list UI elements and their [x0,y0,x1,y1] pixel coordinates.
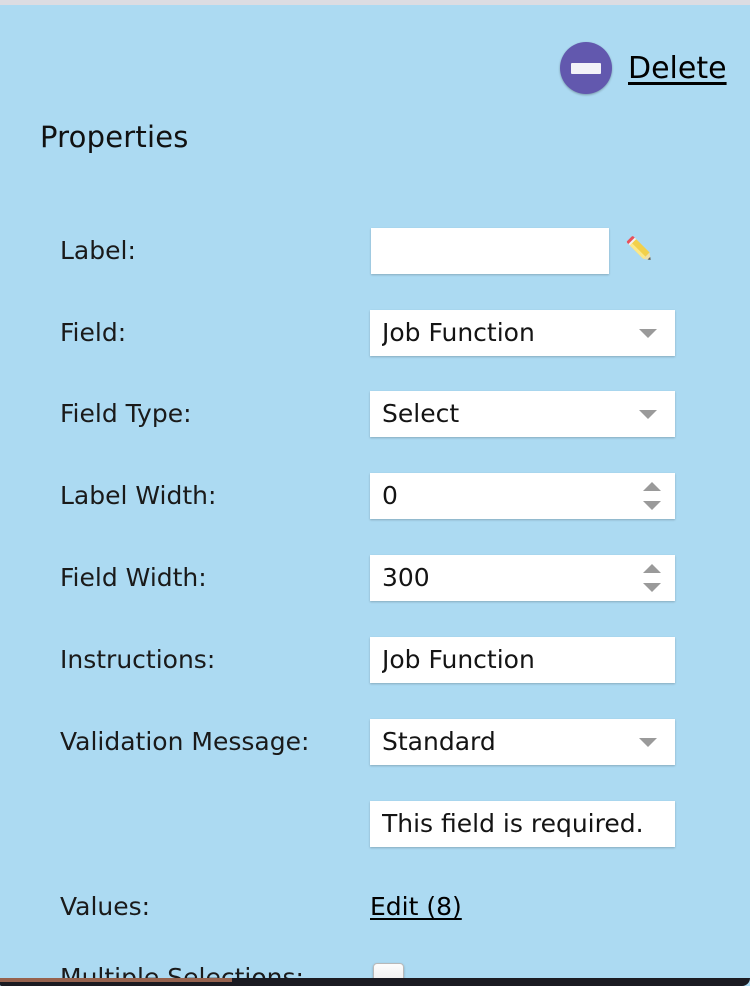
validation-message-text-value: This field is required. [382,809,644,838]
field-label: Field Type: [60,399,192,428]
values-label: Values: [60,892,151,921]
form-row-label-width: Label Width: 0 [0,473,750,519]
form-row-instructions: Instructions: Job Function [0,637,750,683]
window-bottom-accent [0,978,232,982]
delete-link[interactable]: Delete [628,51,727,86]
stepper-icon[interactable] [643,564,661,592]
stepper-down-icon[interactable] [643,501,661,510]
form-row-field: Field: Job Function [0,310,750,356]
chevron-down-icon[interactable] [639,329,657,338]
delete-action[interactable]: Delete [560,42,727,94]
form-row-field-type: Field Type: Select [0,391,750,437]
field-label: Validation Message: [60,727,310,756]
field-width-value: 300 [382,563,430,592]
pencil-icon[interactable] [618,228,660,270]
field-label: Field Width: [60,563,207,592]
field-type-select-value: Select [382,399,460,428]
stepper-icon[interactable] [643,482,661,510]
form-row-validation-message: Validation Message: Standard [0,719,750,765]
field-width-stepper[interactable]: 300 [370,555,675,601]
stepper-down-icon[interactable] [643,583,661,592]
minus-circle-icon[interactable] [560,42,612,94]
chevron-down-icon[interactable] [639,738,657,747]
label-text-input[interactable] [371,228,609,274]
field-label: Label Width: [60,481,217,510]
page-title: Properties [40,120,189,154]
form-row-validation-text: This field is required. [0,801,750,847]
field-select-value: Job Function [382,318,535,347]
instructions-text-input[interactable]: Job Function [370,637,675,683]
chevron-down-icon[interactable] [639,410,657,419]
validation-message-select-value: Standard [382,727,496,756]
field-select[interactable]: Job Function [370,310,675,356]
stepper-up-icon[interactable] [643,564,661,573]
label-width-value: 0 [382,481,398,510]
field-label: Field: [60,318,127,347]
form-row-values: Values: Edit (8) [0,884,750,930]
properties-panel: Delete Properties Label: Field: Job Func… [0,0,750,986]
label-width-stepper[interactable]: 0 [370,473,675,519]
window-top-edge [0,0,750,5]
minus-bar [571,62,601,74]
field-label: Instructions: [60,645,216,674]
edit-values-link[interactable]: Edit (8) [370,884,462,930]
stepper-up-icon[interactable] [643,482,661,491]
field-label: Label: [60,236,136,265]
instructions-value: Job Function [382,645,535,674]
validation-message-select[interactable]: Standard [370,719,675,765]
validation-message-text-input[interactable]: This field is required. [370,801,675,847]
field-type-select[interactable]: Select [370,391,675,437]
form-row-field-width: Field Width: 300 [0,555,750,601]
